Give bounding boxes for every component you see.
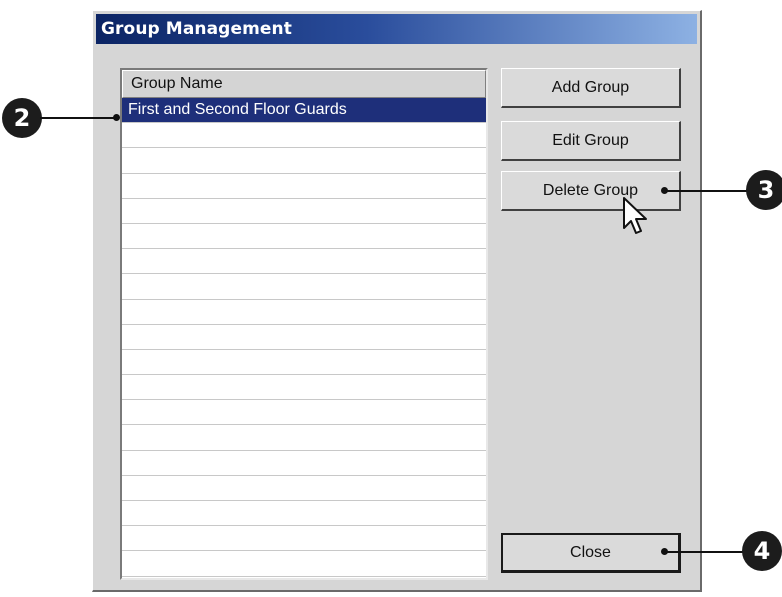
list-item[interactable] <box>122 300 486 325</box>
list-item[interactable] <box>122 551 486 577</box>
callout-3-line <box>664 190 748 192</box>
edit-group-button[interactable]: Edit Group <box>501 121 681 161</box>
list-item[interactable] <box>122 274 486 300</box>
group-list[interactable]: Group Name First and Second Floor Guards <box>120 68 488 580</box>
list-item[interactable] <box>122 451 486 476</box>
callout-4: 4 <box>742 531 782 571</box>
group-name-column-header[interactable]: Group Name <box>122 70 486 98</box>
callout-3: 3 <box>746 170 782 210</box>
group-row-selected[interactable]: First and Second Floor Guards <box>122 98 486 124</box>
callout-2-dot <box>113 114 120 121</box>
list-item[interactable] <box>122 123 486 149</box>
close-button[interactable]: Close <box>501 533 681 573</box>
list-item[interactable] <box>122 224 486 250</box>
list-item[interactable] <box>122 526 486 552</box>
list-item[interactable] <box>122 249 486 275</box>
group-list-rows: First and Second Floor Guards <box>122 98 486 577</box>
list-item[interactable] <box>122 199 486 224</box>
list-item[interactable] <box>122 425 486 451</box>
list-item[interactable] <box>122 375 486 401</box>
list-item[interactable] <box>122 350 486 376</box>
list-item[interactable] <box>122 174 486 199</box>
list-item[interactable] <box>122 148 486 174</box>
list-item[interactable] <box>122 400 486 426</box>
mouse-pointer-icon <box>623 197 647 234</box>
dialog-title: Group Management <box>101 19 292 39</box>
delete-group-button[interactable]: Delete Group <box>501 171 681 211</box>
list-item[interactable] <box>122 501 486 527</box>
list-item[interactable] <box>122 325 486 350</box>
group-management-dialog: Group Management Group Name First and Se… <box>92 10 702 592</box>
callout-2: 2 <box>2 98 42 138</box>
list-item[interactable] <box>122 476 486 501</box>
callout-2-line <box>40 117 116 119</box>
title-bar[interactable]: Group Management <box>96 14 697 44</box>
callout-4-line <box>664 551 748 553</box>
add-group-button[interactable]: Add Group <box>501 68 681 108</box>
